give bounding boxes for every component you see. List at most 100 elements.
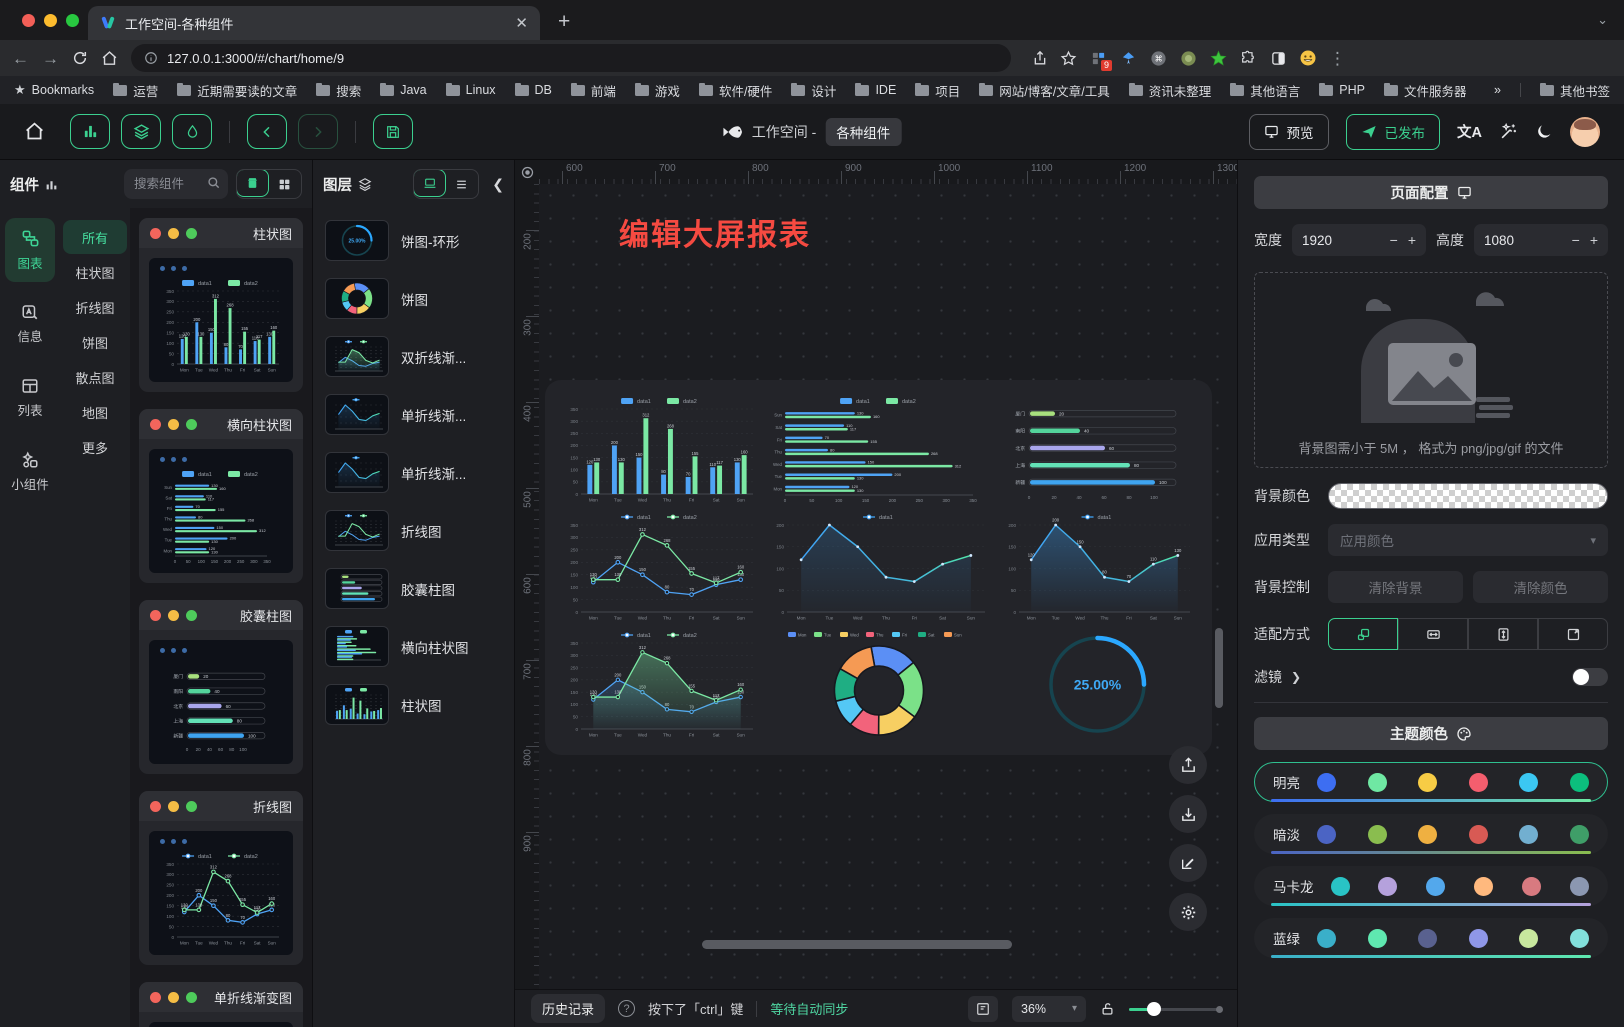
- other-bookmarks[interactable]: 其他书签: [1540, 81, 1610, 100]
- chevron-right-icon[interactable]: ❯: [1291, 670, 1301, 684]
- profile-emoji-icon[interactable]: [1299, 49, 1317, 67]
- horizontal-scrollbar[interactable]: [702, 940, 1012, 949]
- user-avatar[interactable]: [1570, 117, 1600, 147]
- extension-kite-icon[interactable]: [1119, 49, 1137, 67]
- new-tab-button[interactable]: +: [558, 10, 570, 40]
- clear-background-button[interactable]: 清除背景: [1328, 571, 1463, 603]
- history-button[interactable]: 历史记录: [531, 994, 605, 1023]
- theme-drop-button[interactable]: [172, 114, 212, 149]
- extensions-puzzle-icon[interactable]: [1239, 49, 1257, 67]
- extension-adblock-icon[interactable]: 9: [1089, 49, 1107, 67]
- canvas-chart-capsule[interactable]: 厦门20南阳40北京60上海80新疆100020406080100: [995, 392, 1200, 508]
- canvas-chart-area-double-gradient[interactable]: data1data2050100150200250300350MonTueWed…: [557, 626, 763, 743]
- component-card-横向柱状图[interactable]: 横向柱状图data1data2050100150200250300350Sun1…: [139, 409, 303, 583]
- width-plus-button[interactable]: +: [1408, 232, 1416, 248]
- canvas-chart-line-double[interactable]: data1data2050100150200250300350MonTueWed…: [557, 508, 763, 626]
- layer-item-单折线渐...[interactable]: 单折线渐...: [325, 452, 502, 493]
- ruler-eye-icon[interactable]: [515, 160, 539, 184]
- zoom-select[interactable]: 36%▾: [1012, 996, 1086, 1022]
- maximize-window-button[interactable]: [66, 14, 79, 27]
- site-info-icon[interactable]: [144, 51, 158, 65]
- component-card-单折线渐变图[interactable]: 单折线渐变图data1050100150200MonTueWedThuFriSa…: [139, 982, 303, 1027]
- module-tab-列表[interactable]: 列表: [5, 366, 55, 430]
- url-bar[interactable]: 127.0.0.1:3000/#/chart/home/9: [131, 44, 1011, 72]
- width-stepper[interactable]: 1920 −+: [1292, 224, 1426, 256]
- bookmark-item[interactable]: 运营: [113, 81, 158, 100]
- bookmark-item[interactable]: 资讯未整理: [1129, 81, 1212, 100]
- height-stepper[interactable]: 1080 −+: [1474, 224, 1608, 256]
- canvas-chart-bar-grouped[interactable]: data1data2050100150200250300350MonTueWed…: [557, 392, 763, 508]
- fit-stretch-button[interactable]: [1538, 618, 1608, 650]
- module-tab-图表[interactable]: 图表: [5, 218, 55, 282]
- extension-command-icon[interactable]: ⌘: [1149, 49, 1167, 67]
- import-button[interactable]: [1169, 795, 1207, 833]
- bookmark-item[interactable]: 设计: [791, 81, 836, 100]
- bookmark-item[interactable]: 游戏: [635, 81, 680, 100]
- help-icon[interactable]: ?: [618, 1000, 635, 1017]
- module-tab-信息[interactable]: 信息: [5, 292, 55, 356]
- canvas-chart-pie-ring[interactable]: MonTueWedThuFriSatSun: [763, 626, 995, 743]
- bookmark-item[interactable]: 文件服务器: [1384, 81, 1467, 100]
- layer-item-柱状图[interactable]: 柱状图: [325, 684, 502, 725]
- publish-button[interactable]: 已发布: [1346, 114, 1441, 150]
- zoom-slider[interactable]: [1129, 1002, 1221, 1016]
- bookmark-item[interactable]: IDE: [855, 81, 896, 100]
- slider-knob[interactable]: [1147, 1002, 1161, 1016]
- bookmark-item[interactable]: 软件/硬件: [699, 81, 772, 100]
- fit-width-button[interactable]: [1398, 618, 1468, 650]
- browser-menu-icon[interactable]: ⋮: [1329, 50, 1346, 67]
- forward-icon[interactable]: →: [42, 50, 59, 67]
- vertical-scrollbar[interactable]: [1215, 628, 1223, 708]
- layer-item-折线图[interactable]: 折线图: [325, 510, 502, 551]
- bg-color-swatch[interactable]: [1328, 483, 1608, 509]
- charts-module-button[interactable]: [70, 114, 110, 149]
- settings-gear-icon[interactable]: [1169, 893, 1207, 931]
- canvas-chart-hbar-grouped[interactable]: data1data2050100150200250300350Sun130160…: [763, 392, 995, 508]
- minimize-window-button[interactable]: [44, 14, 57, 27]
- extension-olive-icon[interactable]: [1179, 49, 1197, 67]
- redo-button[interactable]: [298, 114, 338, 149]
- browser-tab[interactable]: 工作空间-各种组件 ✕: [88, 6, 540, 40]
- share-icon[interactable]: [1032, 50, 1048, 67]
- url-text[interactable]: 127.0.0.1:3000/#/chart/home/9: [167, 51, 344, 66]
- layer-item-双折线渐...[interactable]: 双折线渐...: [325, 336, 502, 377]
- extension-capture-icon[interactable]: [1269, 49, 1287, 67]
- category-所有[interactable]: 所有: [63, 220, 127, 254]
- bookmarks-overflow-chevron[interactable]: »: [1494, 83, 1501, 97]
- save-button[interactable]: [373, 114, 413, 149]
- layer-item-胶囊柱图[interactable]: 胶囊柱图: [325, 568, 502, 609]
- bookmark-item[interactable]: 其他语言: [1230, 81, 1300, 100]
- background-upload-dropzone[interactable]: 背景图需小于 5M ， 格式为 png/jpg/gif 的文件: [1254, 272, 1608, 468]
- clear-color-button[interactable]: 清除颜色: [1473, 571, 1608, 603]
- workspace-name-chip[interactable]: 各种组件: [825, 118, 901, 146]
- layer-item-饼图[interactable]: 饼图: [325, 278, 502, 319]
- category-折线图[interactable]: 折线图: [63, 290, 127, 324]
- undo-button[interactable]: [247, 114, 287, 149]
- theme-option-蓝绿[interactable]: 蓝绿: [1254, 918, 1608, 958]
- bookmark-item[interactable]: 搜索: [316, 81, 361, 100]
- list-view-toggle[interactable]: [445, 170, 478, 198]
- lock-open-icon[interactable]: [1100, 1001, 1115, 1017]
- component-card-折线图[interactable]: 折线图data1data2050100150200250300350MonTue…: [139, 791, 303, 965]
- close-window-button[interactable]: [22, 14, 35, 27]
- reload-icon[interactable]: [72, 50, 88, 66]
- canvas-chart-progress-ring[interactable]: 25.00%: [995, 626, 1200, 743]
- layers-module-button[interactable]: [121, 114, 161, 149]
- bookmark-item[interactable]: Java: [380, 81, 426, 100]
- category-柱状图[interactable]: 柱状图: [63, 255, 127, 289]
- theme-option-暗淡[interactable]: 暗淡: [1254, 814, 1608, 854]
- bookmarks-manager[interactable]: ★ Bookmarks: [14, 82, 94, 98]
- edit-button[interactable]: [1169, 844, 1207, 882]
- canvas-surface[interactable]: 编辑大屏报表 data1data2050100150200250300350Mo…: [539, 184, 1237, 989]
- theme-option-明亮[interactable]: 明亮: [1254, 762, 1608, 802]
- canvas-chart-line-gradient-single[interactable]: data1050100150200MonTueWedThuFriSatSun: [763, 508, 995, 626]
- export-button[interactable]: [1169, 746, 1207, 784]
- window-controls[interactable]: [22, 14, 79, 27]
- layout-notes-button[interactable]: [968, 996, 998, 1022]
- tab-search-chevron-icon[interactable]: ⌄: [1597, 12, 1608, 28]
- category-饼图[interactable]: 饼图: [63, 325, 127, 359]
- bookmark-star-icon[interactable]: [1060, 50, 1077, 67]
- thumbnail-view-toggle[interactable]: [413, 169, 446, 197]
- component-search[interactable]: [124, 169, 228, 199]
- home-icon[interactable]: [101, 50, 118, 67]
